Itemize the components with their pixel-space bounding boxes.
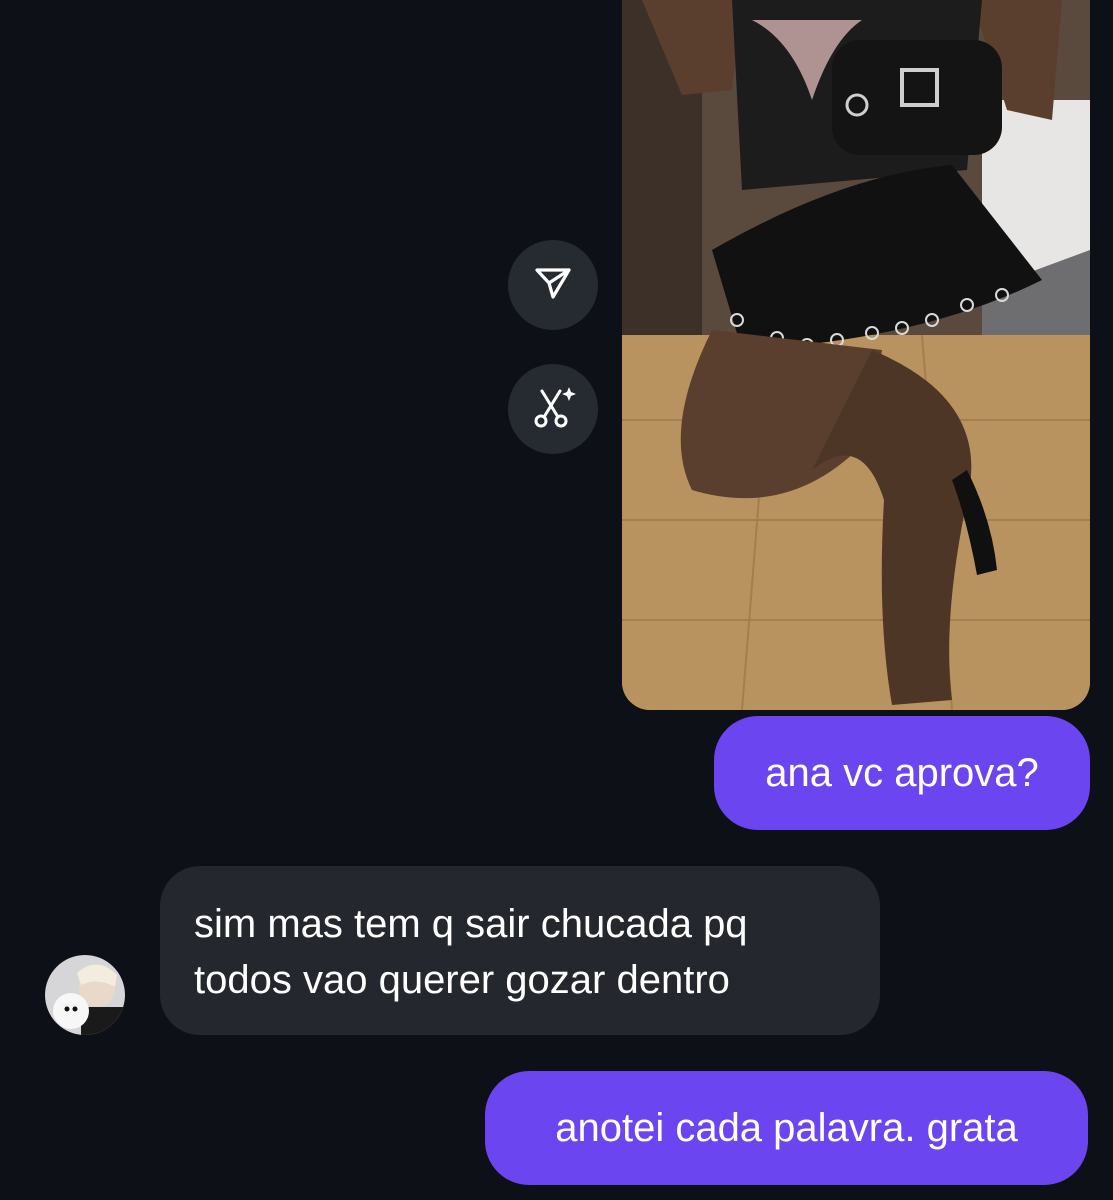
photo-content [622, 0, 1090, 710]
avatar[interactable] [45, 955, 125, 1035]
message-text-line: sim mas tem q sair chucada pq [194, 902, 748, 946]
remix-icon [529, 383, 577, 436]
message-text: ana vc aprova? [765, 751, 1039, 795]
avatar-image [45, 955, 125, 1035]
remix-button[interactable] [508, 364, 598, 454]
shared-photo[interactable] [622, 0, 1090, 710]
message-bubble-outgoing[interactable]: anotei cada palavra. grata [485, 1071, 1088, 1185]
share-button[interactable] [508, 240, 598, 330]
share-icon [531, 261, 575, 310]
message-bubble-outgoing[interactable]: ana vc aprova? [714, 716, 1090, 830]
message-text-line: todos vao querer gozar dentro [194, 958, 730, 1002]
message-bubble-incoming[interactable]: sim mas tem q sair chucada pq todos vao … [160, 866, 880, 1035]
message-text: anotei cada palavra. grata [555, 1106, 1018, 1150]
